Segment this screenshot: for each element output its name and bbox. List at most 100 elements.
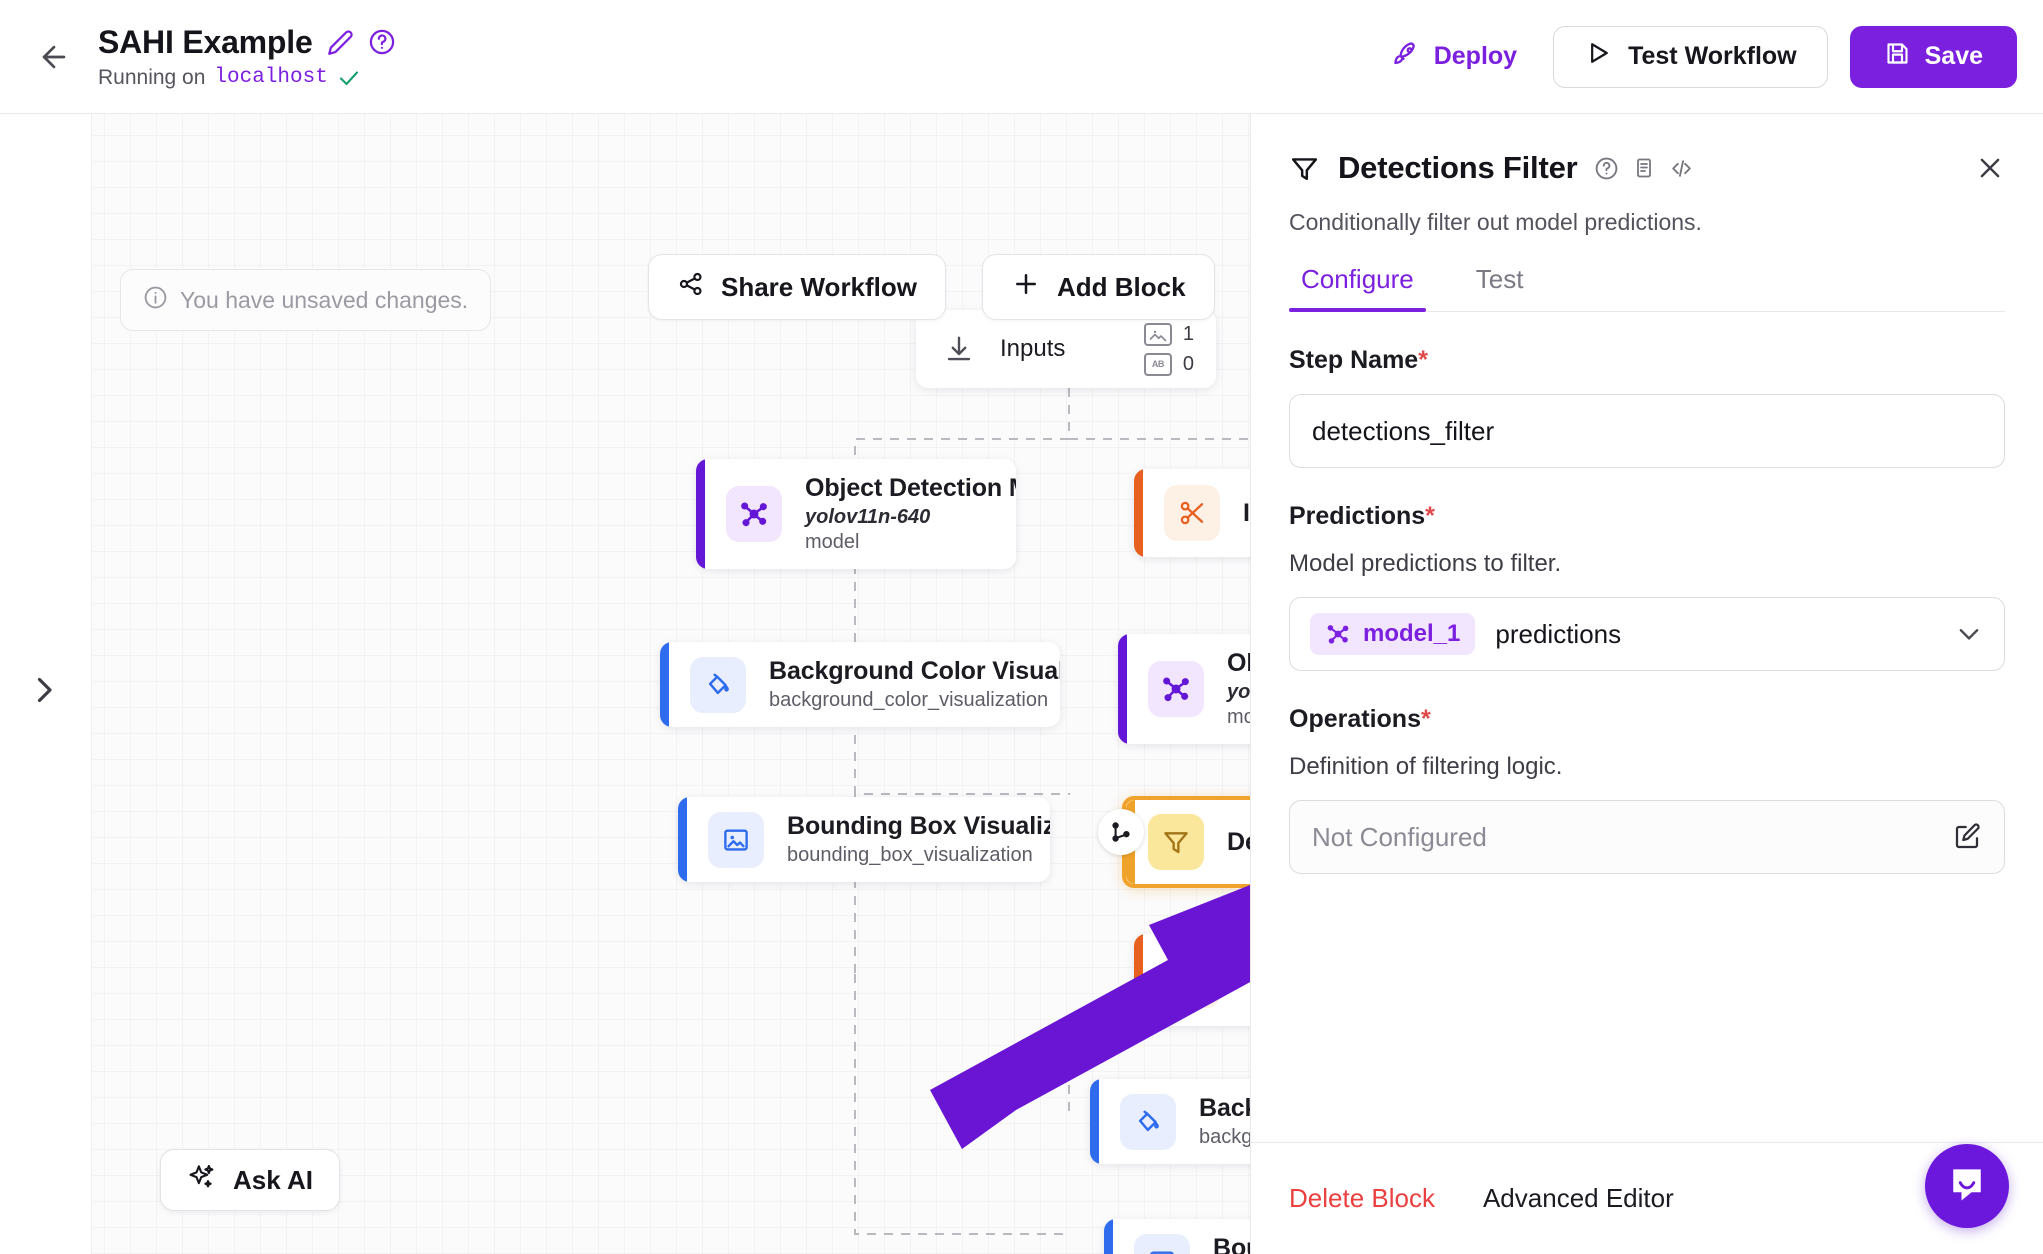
node-background-color-visualization-2[interactable]: Backgro backgroun [1090,1079,1250,1164]
floppy-disk-icon [1884,40,1911,74]
panel-tabs: Configure Test [1289,264,2005,312]
question-circle-icon[interactable] [1594,156,1619,181]
share-nodes-icon [677,270,705,305]
bounding-box-icon [1134,1233,1190,1254]
back-button[interactable] [22,25,86,89]
operations-label-text: Operations [1289,705,1421,733]
info-circle-icon [143,285,168,316]
node-subtitle-2: mode [1227,706,1250,728]
check-icon [337,66,361,90]
pencil-square-icon[interactable] [1952,822,1982,852]
pencil-icon[interactable] [327,29,354,56]
image-icon [1143,322,1172,346]
node-title: Object Detection Model [805,474,1016,502]
node-detections-stitch[interactable] [1134,934,1250,1026]
panel-footer: Delete Block Advanced Editor [1251,1142,2043,1254]
node-background-color-visualization[interactable]: Background Color Visualization backgroun… [660,642,1060,727]
code-brackets-icon[interactable] [1669,156,1694,181]
field-step-name: Step Name* [1289,346,2005,468]
node-bounding-box-visualization[interactable]: Bounding Box Visualization bounding_box_… [678,797,1050,882]
top-bar: SAHI Example Running on localhost Deploy… [0,0,2043,114]
save-label: Save [1924,42,1983,70]
support-chat-button[interactable] [1925,1144,2009,1228]
node-subtitle-2: model [805,531,860,553]
workflow-builder-app: SAHI Example Running on localhost Deploy… [0,0,2043,1254]
node-accent-bar [1090,1079,1099,1164]
text-field-icon: AB [1143,352,1172,376]
inputs-label: Inputs [1000,335,1066,362]
delete-block-button[interactable]: Delete Block [1289,1183,1435,1214]
sparkles-icon [187,1162,217,1199]
tab-configure[interactable]: Configure [1289,264,1426,312]
required-marker: * [1425,502,1435,530]
title-row: SAHI Example [98,24,396,61]
add-block-label: Add Block [1057,271,1186,302]
step-name-label-text: Step Name [1289,346,1419,374]
node-connector-handle[interactable] [1098,809,1144,855]
unsaved-changes-label: You have unsaved changes. [180,286,469,313]
expand-sidebar-button[interactable] [26,672,62,713]
required-marker: * [1418,346,1428,374]
block-config-panel: Detections Filter Conditionally filter o… [1250,114,2043,1254]
stitch-icon [1164,952,1220,1008]
node-accent-bar [1118,634,1127,744]
required-marker: * [1420,705,1431,733]
inputs-text-count: 0 [1182,352,1194,375]
paint-bucket-icon [1120,1093,1176,1150]
node-subtitle: yolov11n-640 [805,506,931,528]
panel-description: Conditionally filter out model predictio… [1289,209,1702,235]
status-prefix: Running on [98,65,206,89]
unsaved-changes-notice: You have unsaved changes. [120,269,492,331]
node-inputs[interactable]: Inputs 1 AB 0 [916,310,1216,388]
predictions-hint: Model predictions to filter. [1289,550,1562,577]
operations-hint: Definition of filtering logic. [1289,753,1563,780]
share-workflow-label: Share Workflow [721,271,918,302]
play-icon [1584,39,1612,74]
download-icon [944,334,974,364]
model-graph-icon [1325,621,1351,647]
panel-title-row: Detections Filter [1289,150,2005,186]
node-text: Backgro backgroun [1199,1094,1250,1149]
test-workflow-button[interactable]: Test Workflow [1553,25,1828,88]
panel-title-icons [1594,156,1694,181]
inputs-text-badge: AB 0 [1143,352,1194,376]
ask-ai-button[interactable]: Ask AI [160,1149,340,1211]
node-text: Bound boundin [1213,1234,1250,1254]
status-row: Running on localhost [98,66,396,90]
node-object-detection-model[interactable]: Object Detection Model yolov11n-640 mode… [696,459,1016,569]
document-icon[interactable] [1632,156,1656,180]
save-button[interactable]: Save [1849,25,2017,88]
panel-body: Step Name* Predictions* Model prediction… [1251,312,2043,1142]
operations-label: Operations* [1289,705,2005,734]
add-block-button[interactable]: Add Block [982,254,1215,320]
field-predictions: Predictions* Model predictions to filter… [1289,502,2005,671]
panel-title: Detections Filter [1338,150,1578,185]
node-text: Det [1227,828,1250,857]
node-title: Det [1227,827,1250,856]
paint-bucket-icon [690,656,746,713]
question-circle-icon[interactable] [368,28,396,56]
deploy-button[interactable]: Deploy [1378,29,1531,85]
workflow-canvas[interactable]: You have unsaved changes. Share Workflow… [0,114,1250,1254]
node-object-detection-model-2[interactable]: Obje yolov mode [1118,634,1250,744]
node-text: Bounding Box Visualization bounding_box_… [787,812,1050,867]
operations-value: Not Configured [1312,821,1487,852]
close-icon[interactable] [1975,153,2005,183]
predictions-source-chip: model_1 [1310,613,1476,655]
tab-test[interactable]: Test [1464,264,1536,311]
advanced-editor-button[interactable]: Advanced Editor [1483,1183,1674,1214]
ask-ai-label: Ask AI [233,1164,313,1195]
node-text: Background Color Visualization backgroun… [769,657,1060,712]
filter-icon [1148,814,1204,870]
step-name-input[interactable] [1289,394,2005,468]
operations-editor-button[interactable]: Not Configured [1289,800,2005,874]
arrow-left-icon [42,45,66,68]
node-image-slicer[interactable]: Ima [1134,469,1250,557]
chevron-right-icon [37,677,52,703]
plus-icon [1011,269,1041,306]
node-subtitle: bounding_box_visualization [787,844,1033,866]
deploy-label: Deploy [1433,42,1518,70]
predictions-select[interactable]: model_1 predictions [1289,597,2005,671]
node-bounding-box-visualization-2[interactable]: Bound boundin [1104,1219,1250,1254]
share-workflow-button[interactable]: Share Workflow [648,254,947,320]
